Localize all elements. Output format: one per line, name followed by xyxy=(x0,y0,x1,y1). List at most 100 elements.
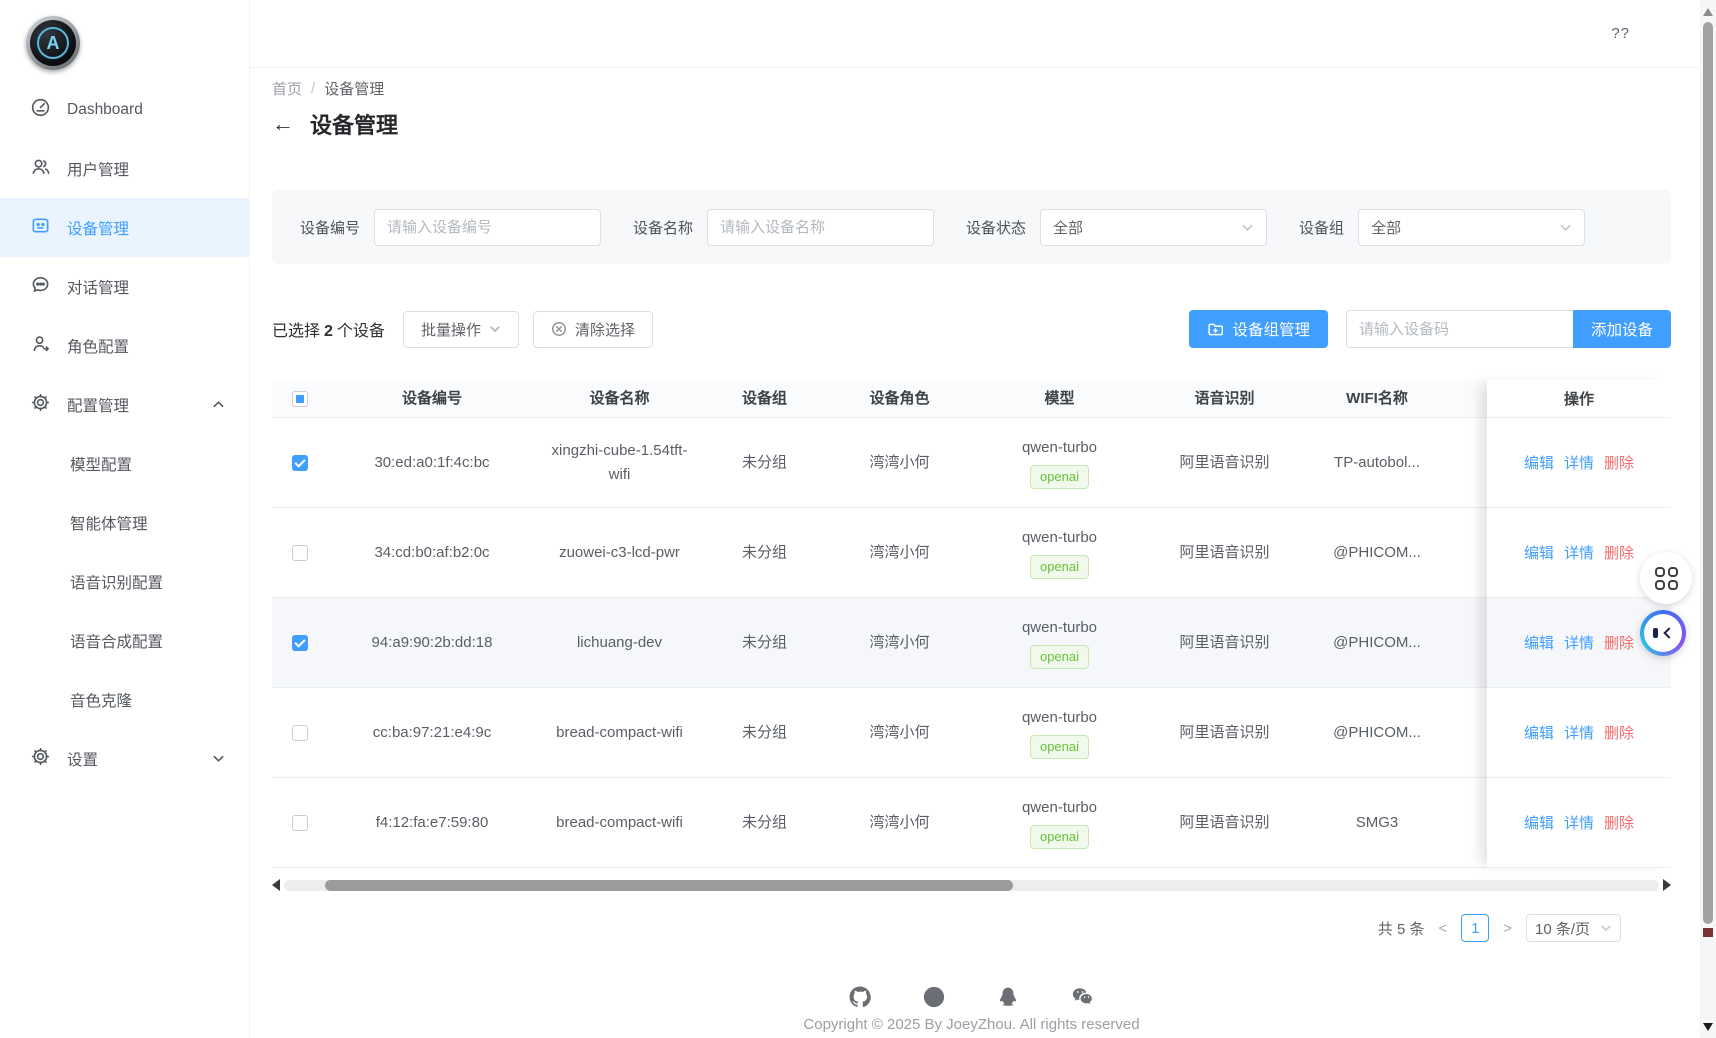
sidebar-item-settings[interactable]: 设置 xyxy=(0,729,249,788)
table-row: cc:ba:97:21:e4:9c bread-compact-wifi 未分组… xyxy=(272,688,1671,778)
row-checkbox[interactable] xyxy=(292,815,308,831)
detail-link[interactable]: 详情 xyxy=(1564,632,1594,653)
device-code-add-input[interactable] xyxy=(1346,310,1573,348)
row-checkbox[interactable] xyxy=(292,455,308,471)
sidebar-subitem-asr-config[interactable]: 语音识别配置 xyxy=(0,552,249,611)
delete-link[interactable]: 删除 xyxy=(1604,632,1634,653)
col-header-actions: 操作 xyxy=(1487,380,1671,418)
copyright-text: Copyright © 2025 By JoeyZhou. All rights… xyxy=(803,1016,1139,1033)
delete-link[interactable]: 删除 xyxy=(1604,722,1634,743)
device-group-select[interactable]: 全部 xyxy=(1358,209,1585,246)
scroll-up-arrow-icon[interactable] xyxy=(1703,3,1713,16)
edit-link[interactable]: 编辑 xyxy=(1524,632,1554,653)
cell-wifi: @PHICOM... xyxy=(1302,631,1452,654)
edit-link[interactable]: 编辑 xyxy=(1524,452,1554,473)
user-indicator[interactable]: ?? xyxy=(1611,25,1630,42)
filter-card: 设备编号 设备名称 设备状态 全部 设备 xyxy=(272,190,1671,264)
cell-device-code: cc:ba:97:21:e4:9c xyxy=(327,721,537,744)
cell-device-group: 未分组 xyxy=(702,451,827,474)
back-arrow-icon[interactable]: ← xyxy=(272,113,294,135)
sidebar-item-users[interactable]: 用户管理 xyxy=(0,139,249,198)
table-row: 94:a9:90:2b:dd:18 lichuang-dev 未分组 湾湾小何 … xyxy=(272,598,1671,688)
qq-icon[interactable] xyxy=(997,986,1019,1008)
device-name-input[interactable] xyxy=(707,209,934,246)
app-grid-widget-button[interactable] xyxy=(1640,552,1692,604)
cell-model: qwen-turboopenai xyxy=(972,616,1147,668)
sidebar-subitem-label: 语音合成配置 xyxy=(70,630,163,652)
vertical-scroll-thumb[interactable] xyxy=(1703,22,1713,924)
sidebar-subitem-agent-manage[interactable]: 智能体管理 xyxy=(0,493,249,552)
device-status-select[interactable]: 全部 xyxy=(1040,209,1267,246)
cell-wifi: @PHICOM... xyxy=(1302,721,1452,744)
select-all-checkbox[interactable] xyxy=(292,391,308,407)
detail-link[interactable]: 详情 xyxy=(1564,812,1594,833)
breadcrumb-separator: / xyxy=(311,80,315,97)
cell-wifi: TP-autobol... xyxy=(1302,451,1452,474)
detail-link[interactable]: 详情 xyxy=(1564,452,1594,473)
cell-wifi: SMG3 xyxy=(1302,811,1452,834)
cell-device-name: bread-compact-wifi xyxy=(537,721,702,744)
table-row: f4:12:fa:e7:59:80 bread-compact-wifi 未分组… xyxy=(272,778,1671,868)
col-header: 模型 xyxy=(972,387,1147,410)
sidebar-item-conversations[interactable]: 对话管理 xyxy=(0,257,249,316)
batch-actions-button[interactable]: 批量操作 xyxy=(403,311,519,348)
assistant-robot-button[interactable] xyxy=(1640,610,1686,656)
sidebar-item-config[interactable]: 配置管理 xyxy=(0,375,249,434)
sidebar-item-label: 设置 xyxy=(67,748,196,770)
detail-link[interactable]: 详情 xyxy=(1564,542,1594,563)
horizontal-scroll-thumb[interactable] xyxy=(325,880,1013,891)
row-checkbox[interactable] xyxy=(292,545,308,561)
role-icon xyxy=(30,333,51,359)
floating-widgets xyxy=(1640,552,1692,656)
sidebar-subitem-tts-config[interactable]: 语音合成配置 xyxy=(0,611,249,670)
model-provider-tag: openai xyxy=(1030,465,1089,489)
app-grid-icon xyxy=(1655,567,1678,590)
filter-device-name: 设备名称 xyxy=(633,209,934,246)
sidebar-subitem-model-config[interactable]: 模型配置 xyxy=(0,434,249,493)
scroll-right-arrow-icon[interactable] xyxy=(1663,879,1671,891)
sidebar-menu: Dashboard 用户管理 设备管理 对话管理 xyxy=(0,80,249,788)
device-group-manage-button[interactable]: 设备组管理 xyxy=(1189,310,1328,348)
sidebar-item-roles[interactable]: 角色配置 xyxy=(0,316,249,375)
current-page-button[interactable]: 1 xyxy=(1461,914,1489,942)
breadcrumb-home[interactable]: 首页 xyxy=(272,78,302,99)
edit-link[interactable]: 编辑 xyxy=(1524,722,1554,743)
cell-device-role: 湾湾小何 xyxy=(827,811,972,834)
model-provider-tag: openai xyxy=(1030,645,1089,669)
row-checkbox[interactable] xyxy=(292,725,308,741)
gitee-icon[interactable] xyxy=(923,986,945,1008)
vertical-scrollbar[interactable] xyxy=(1700,0,1716,1038)
sidebar-item-devices[interactable]: 设备管理 xyxy=(0,198,249,257)
scroll-left-arrow-icon[interactable] xyxy=(272,879,280,891)
col-header: WIFI名称 xyxy=(1302,387,1452,410)
github-icon[interactable] xyxy=(849,986,871,1008)
horizontal-scroll-track[interactable] xyxy=(284,880,1659,891)
clear-selection-button[interactable]: 清除选择 xyxy=(533,311,653,348)
page-size-select[interactable]: 10 条/页 xyxy=(1526,914,1621,942)
device-code-input[interactable] xyxy=(374,209,601,246)
sidebar-item-dashboard[interactable]: Dashboard xyxy=(0,80,249,139)
scroll-marker xyxy=(1703,928,1713,937)
app-logo: A xyxy=(26,16,80,70)
add-device-button[interactable]: 添加设备 xyxy=(1573,310,1671,348)
table-row: 34:cd:b0:af:b2:0c zuowei-c3-lcd-pwr 未分组 … xyxy=(272,508,1671,598)
prev-page-button[interactable]: < xyxy=(1436,920,1449,937)
cell-device-code: 34:cd:b0:af:b2:0c xyxy=(327,541,537,564)
scroll-down-arrow-icon[interactable] xyxy=(1703,1023,1713,1036)
gear-icon xyxy=(30,392,51,418)
row-checkbox[interactable] xyxy=(292,635,308,651)
gear-icon xyxy=(30,746,51,772)
detail-link[interactable]: 详情 xyxy=(1564,722,1594,743)
sidebar-subitem-label: 音色克隆 xyxy=(70,689,132,711)
folder-add-icon xyxy=(1207,321,1224,338)
edit-link[interactable]: 编辑 xyxy=(1524,812,1554,833)
delete-link[interactable]: 删除 xyxy=(1604,452,1634,473)
delete-link[interactable]: 删除 xyxy=(1604,542,1634,563)
delete-link[interactable]: 删除 xyxy=(1604,812,1634,833)
sidebar-item-label: 设备管理 xyxy=(67,217,225,239)
sidebar-subitem-voice-clone[interactable]: 音色克隆 xyxy=(0,670,249,729)
edit-link[interactable]: 编辑 xyxy=(1524,542,1554,563)
wechat-icon[interactable] xyxy=(1071,986,1095,1008)
next-page-button[interactable]: > xyxy=(1501,920,1514,937)
robot-face-icon xyxy=(1644,614,1682,652)
